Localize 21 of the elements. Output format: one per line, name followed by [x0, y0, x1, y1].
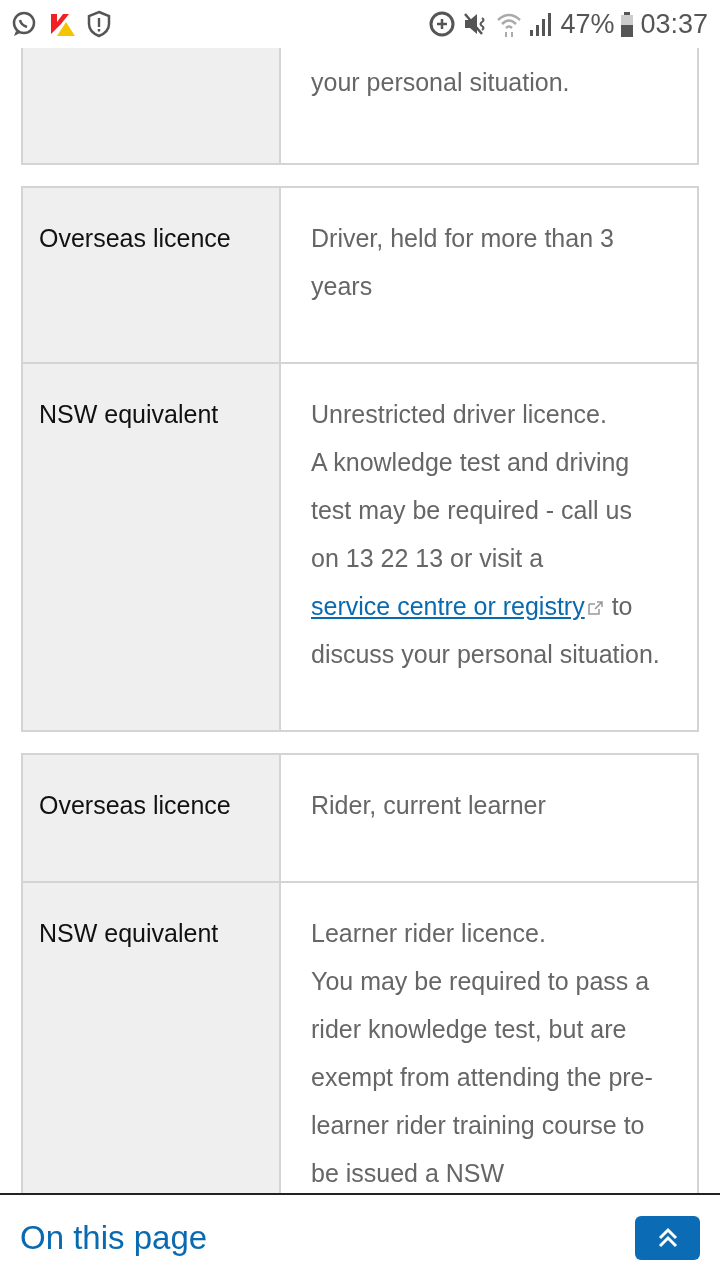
row-label: NSW equivalent [39, 400, 219, 428]
value-text: Unrestricted driver licence. [311, 399, 608, 430]
value-text: Rider, current learner [311, 790, 547, 821]
value-text: Driver, held for more than 3 years [311, 223, 615, 302]
data-saver-icon [428, 10, 457, 38]
row-label: Overseas licence [39, 791, 231, 819]
row-label: Overseas licence [39, 224, 231, 252]
value-text: A knowledge test and driving test may be required - call us on 13 22 13 or visit a service centre or registry to discuss your personal situation. [311, 447, 661, 670]
clock: 03:37 [640, 8, 708, 40]
value-text: Learner rider licence. [311, 918, 547, 949]
external-link-icon [586, 600, 605, 616]
value-text: You may be required to pass a rider knowledge test, but are exempt from attending the pre-learner rider training course to be issued a NSW [311, 966, 654, 1189]
back-to-top-button[interactable] [635, 1215, 700, 1260]
battery-icon [620, 10, 635, 38]
value-text: your personal situation. [311, 67, 571, 98]
service-centre-link[interactable]: service centre or registry [311, 592, 585, 620]
row-label: NSW equivalent [39, 919, 219, 947]
shield-icon [86, 10, 112, 38]
battery-percent: 47% [560, 8, 615, 40]
on-this-page-link[interactable]: On this page [20, 1218, 208, 1257]
chat-icon [10, 10, 38, 38]
